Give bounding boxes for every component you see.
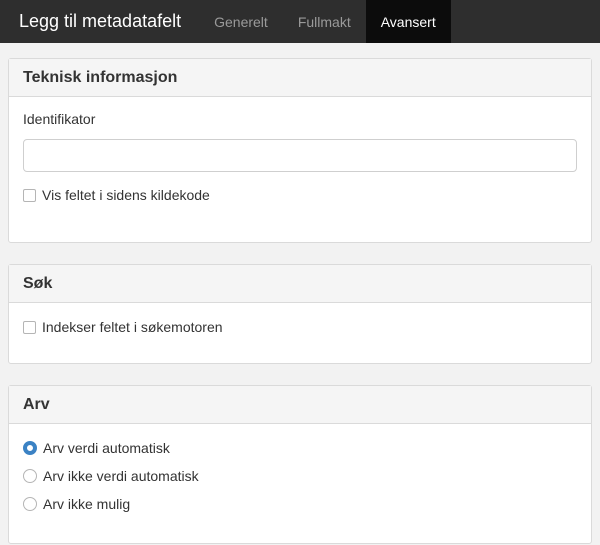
search-body: Indekser feltet i søkemotoren bbox=[9, 303, 591, 363]
inherit-auto-label: Arv verdi automatisk bbox=[43, 440, 170, 456]
inheritance-panel: Arv Arv verdi automatisk Arv ikke verdi … bbox=[8, 385, 592, 544]
inherit-manual-radio[interactable] bbox=[23, 469, 37, 483]
inherit-auto-option[interactable]: Arv verdi automatisk bbox=[23, 440, 577, 456]
inherit-manual-option[interactable]: Arv ikke verdi automatisk bbox=[23, 468, 577, 484]
inherit-none-label: Arv ikke mulig bbox=[43, 496, 131, 512]
technical-info-body: Identifikator Vis feltet i sidens kildek… bbox=[9, 97, 591, 242]
show-in-source-checkbox[interactable] bbox=[23, 188, 36, 202]
index-option[interactable]: Indekser feltet i søkemotoren bbox=[23, 319, 577, 335]
inheritance-body: Arv verdi automatisk Arv ikke verdi auto… bbox=[9, 424, 591, 543]
index-label: Indekser feltet i søkemotoren bbox=[42, 319, 223, 335]
inherit-manual-label: Arv ikke verdi automatisk bbox=[43, 468, 199, 484]
identifier-input[interactable] bbox=[23, 139, 577, 172]
identifier-label: Identifikator bbox=[23, 111, 96, 127]
search-panel: Søk Indekser feltet i søkemotoren bbox=[8, 264, 592, 364]
inherit-none-option[interactable]: Arv ikke mulig bbox=[23, 496, 577, 512]
inheritance-heading: Arv bbox=[9, 386, 591, 424]
show-in-source-label: Vis feltet i sidens kildekode bbox=[42, 187, 210, 203]
tab-avansert[interactable]: Avansert bbox=[365, 0, 451, 43]
index-checkbox[interactable] bbox=[23, 320, 36, 334]
technical-info-panel: Teknisk informasjon Identifikator Vis fe… bbox=[8, 58, 592, 243]
tab-fullmakt[interactable]: Fullmakt bbox=[283, 0, 366, 43]
search-heading: Søk bbox=[9, 265, 591, 303]
inherit-none-radio[interactable] bbox=[23, 497, 37, 511]
technical-info-heading: Teknisk informasjon bbox=[9, 59, 591, 97]
tab-generelt[interactable]: Generelt bbox=[199, 0, 283, 43]
dialog-title: Legg til metadatafelt bbox=[19, 11, 182, 31]
inherit-auto-radio[interactable] bbox=[23, 441, 37, 455]
top-navigation-bar: Legg til metadatafelt Generelt Fullmakt … bbox=[0, 0, 600, 43]
main-content: Teknisk informasjon Identifikator Vis fe… bbox=[0, 43, 600, 544]
show-in-source-option[interactable]: Vis feltet i sidens kildekode bbox=[23, 187, 577, 203]
